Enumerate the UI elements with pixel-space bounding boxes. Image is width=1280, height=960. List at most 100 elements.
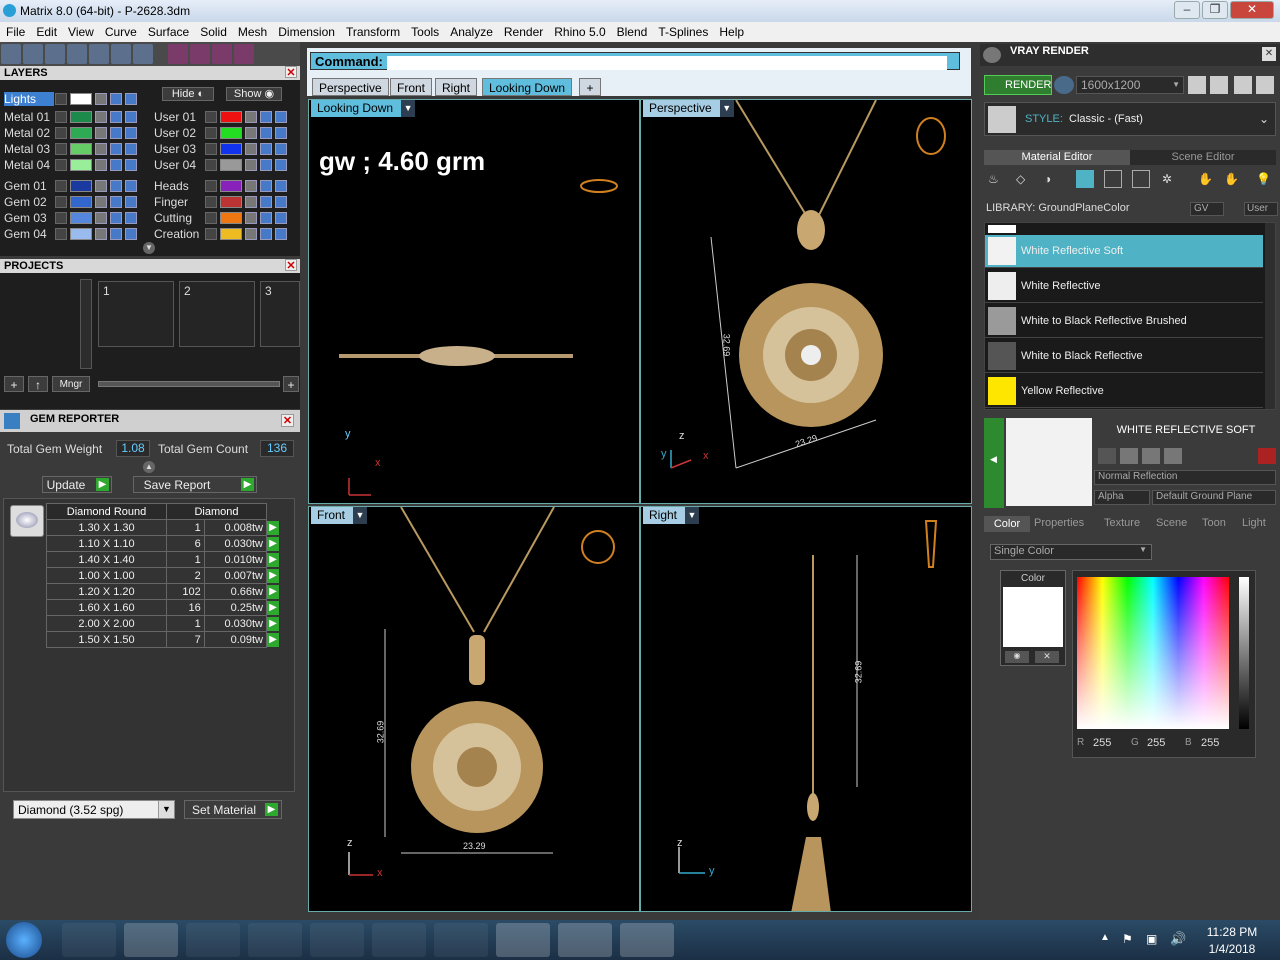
add-slot-button[interactable]: + bbox=[283, 376, 299, 392]
layer-expand-icon[interactable] bbox=[205, 228, 217, 240]
menu-surface[interactable]: Surface bbox=[142, 22, 194, 39]
save-icon[interactable] bbox=[23, 44, 43, 64]
ring-tool-icon[interactable] bbox=[190, 44, 210, 64]
list-icon[interactable] bbox=[1234, 76, 1252, 94]
expand-left-button[interactable]: ◀ bbox=[984, 418, 1004, 508]
filter-icon[interactable] bbox=[89, 44, 109, 64]
lock-icon[interactable] bbox=[95, 228, 107, 240]
project-slot-3[interactable]: 3 bbox=[260, 281, 300, 347]
add-tab-button[interactable]: + bbox=[579, 78, 601, 96]
viewport-perspective[interactable]: Perspective ▼ 32.69 23.29 z y x bbox=[640, 99, 972, 504]
layer-expand-icon[interactable] bbox=[55, 159, 67, 171]
material-item[interactable]: White Reflective bbox=[985, 270, 1263, 303]
play-icon[interactable]: ▶ bbox=[267, 552, 279, 567]
visibility-icon[interactable] bbox=[110, 180, 122, 192]
save-report-button[interactable]: Save Report ▶ bbox=[133, 476, 257, 493]
layer-toggle-icon[interactable] bbox=[275, 111, 287, 123]
layer-row[interactable]: User 04 bbox=[150, 158, 295, 172]
layer-toggle-icon[interactable] bbox=[125, 127, 137, 139]
play-icon[interactable]: ▶ bbox=[267, 632, 279, 647]
add-project-button[interactable]: + bbox=[4, 376, 24, 392]
menu-blend[interactable]: Blend bbox=[611, 22, 653, 39]
network-icon[interactable]: ▣ bbox=[1146, 932, 1157, 946]
layer-toggle-icon[interactable] bbox=[125, 228, 137, 240]
projects-scrollbar[interactable] bbox=[80, 279, 92, 369]
table-row[interactable]: 1.20 X 1.20 102 0.66tw ▶ bbox=[46, 583, 280, 600]
layer-expand-icon[interactable] bbox=[55, 228, 67, 240]
layer-toggle-icon[interactable] bbox=[275, 159, 287, 171]
menu-render[interactable]: Render bbox=[498, 22, 548, 39]
layer-color-swatch[interactable] bbox=[220, 180, 242, 192]
hide-button[interactable]: Hide ◐ bbox=[162, 87, 214, 101]
mesh-icon[interactable]: ✲ bbox=[1162, 172, 1172, 186]
menu-view[interactable]: View bbox=[62, 22, 99, 39]
gem-icon[interactable]: ◇ bbox=[1016, 172, 1025, 186]
layer-toggle-icon[interactable] bbox=[275, 143, 287, 155]
picker-icon[interactable]: ◉ bbox=[1005, 651, 1029, 663]
visibility-icon[interactable] bbox=[260, 196, 272, 208]
layer-expand-icon[interactable] bbox=[205, 143, 217, 155]
play-icon[interactable]: ▶ bbox=[267, 600, 279, 615]
layer-row[interactable]: Gem 01 bbox=[0, 179, 145, 193]
viewport-right[interactable]: Right ▼ 32.69 z y bbox=[640, 506, 972, 912]
viewport-looking-down[interactable]: Looking Down ▼ gw ; 4.60 grm y x bbox=[308, 99, 640, 504]
brightness-slider[interactable] bbox=[1239, 577, 1249, 729]
matrix-app-icon[interactable] bbox=[496, 923, 550, 957]
clock-time[interactable]: 11:28 PM bbox=[1200, 925, 1264, 939]
layer-expand-icon[interactable] bbox=[205, 159, 217, 171]
volume-icon[interactable]: 🔊 bbox=[1170, 931, 1186, 947]
prong-tool-icon[interactable] bbox=[212, 44, 232, 64]
layer-row[interactable]: Metal 01 bbox=[0, 110, 145, 124]
layer-expand-icon[interactable] bbox=[55, 212, 67, 224]
menu-analyze[interactable]: Analyze bbox=[444, 22, 498, 39]
rewind-icon[interactable] bbox=[1188, 76, 1206, 94]
light-icon[interactable]: 💡 bbox=[1256, 172, 1271, 186]
layer-toggle-icon[interactable] bbox=[275, 127, 287, 139]
up-button[interactable]: ↑ bbox=[28, 376, 48, 392]
new-file-icon[interactable] bbox=[1, 44, 21, 64]
layer-expand-icon[interactable] bbox=[205, 196, 217, 208]
reset-icon[interactable] bbox=[1258, 448, 1276, 464]
visibility-icon[interactable] bbox=[260, 228, 272, 240]
menu-edit[interactable]: Edit bbox=[30, 22, 62, 39]
layer-toggle-icon[interactable] bbox=[125, 111, 137, 123]
document-app-icon[interactable] bbox=[558, 923, 612, 957]
visibility-icon[interactable] bbox=[110, 93, 122, 105]
layer-color-swatch[interactable] bbox=[70, 111, 92, 123]
tab-color[interactable]: Color bbox=[984, 516, 1030, 532]
layer-expand-icon[interactable] bbox=[205, 111, 217, 123]
visibility-icon[interactable] bbox=[110, 212, 122, 224]
tab-looking-down[interactable]: Looking Down bbox=[482, 78, 573, 96]
color-swatch[interactable] bbox=[1003, 587, 1063, 647]
start-button[interactable] bbox=[6, 922, 42, 958]
material-item[interactable]: White Reflective Soft bbox=[985, 235, 1263, 268]
layer-color-swatch[interactable] bbox=[220, 228, 242, 240]
layer-row[interactable]: Metal 04 bbox=[0, 158, 145, 172]
explorer-icon[interactable] bbox=[124, 923, 178, 957]
material-item[interactable]: Yellow Reflective bbox=[985, 375, 1263, 408]
lock-icon[interactable] bbox=[245, 180, 257, 192]
visibility-icon[interactable] bbox=[110, 111, 122, 123]
ring-app-2-icon[interactable] bbox=[434, 923, 488, 957]
lock-icon[interactable] bbox=[245, 127, 257, 139]
layer-row[interactable]: Metal 03 bbox=[0, 142, 145, 156]
layer-color-swatch[interactable] bbox=[220, 111, 242, 123]
layer-expand-icon[interactable] bbox=[55, 111, 67, 123]
layer-expand-icon[interactable] bbox=[55, 180, 67, 192]
layer-color-swatch[interactable] bbox=[220, 212, 242, 224]
lock-icon[interactable] bbox=[95, 143, 107, 155]
lock-icon[interactable] bbox=[95, 93, 107, 105]
layer-color-swatch[interactable] bbox=[220, 127, 242, 139]
menu-file[interactable]: File bbox=[0, 22, 30, 39]
table-row[interactable]: 1.30 X 1.30 1 0.008tw ▶ bbox=[46, 519, 280, 536]
collapse-icon[interactable]: ▼ bbox=[143, 242, 155, 254]
image-app-icon[interactable] bbox=[620, 923, 674, 957]
layer-toggle-icon[interactable] bbox=[275, 180, 287, 192]
layer-color-swatch[interactable] bbox=[70, 180, 92, 192]
visibility-icon[interactable] bbox=[260, 143, 272, 155]
tab-scene-editor[interactable]: Scene Editor bbox=[1130, 150, 1276, 165]
layer-color-swatch[interactable] bbox=[220, 159, 242, 171]
table-row[interactable]: 1.40 X 1.40 1 0.010tw ▶ bbox=[46, 551, 280, 568]
firefox-icon[interactable] bbox=[248, 923, 302, 957]
lock-icon[interactable] bbox=[245, 212, 257, 224]
